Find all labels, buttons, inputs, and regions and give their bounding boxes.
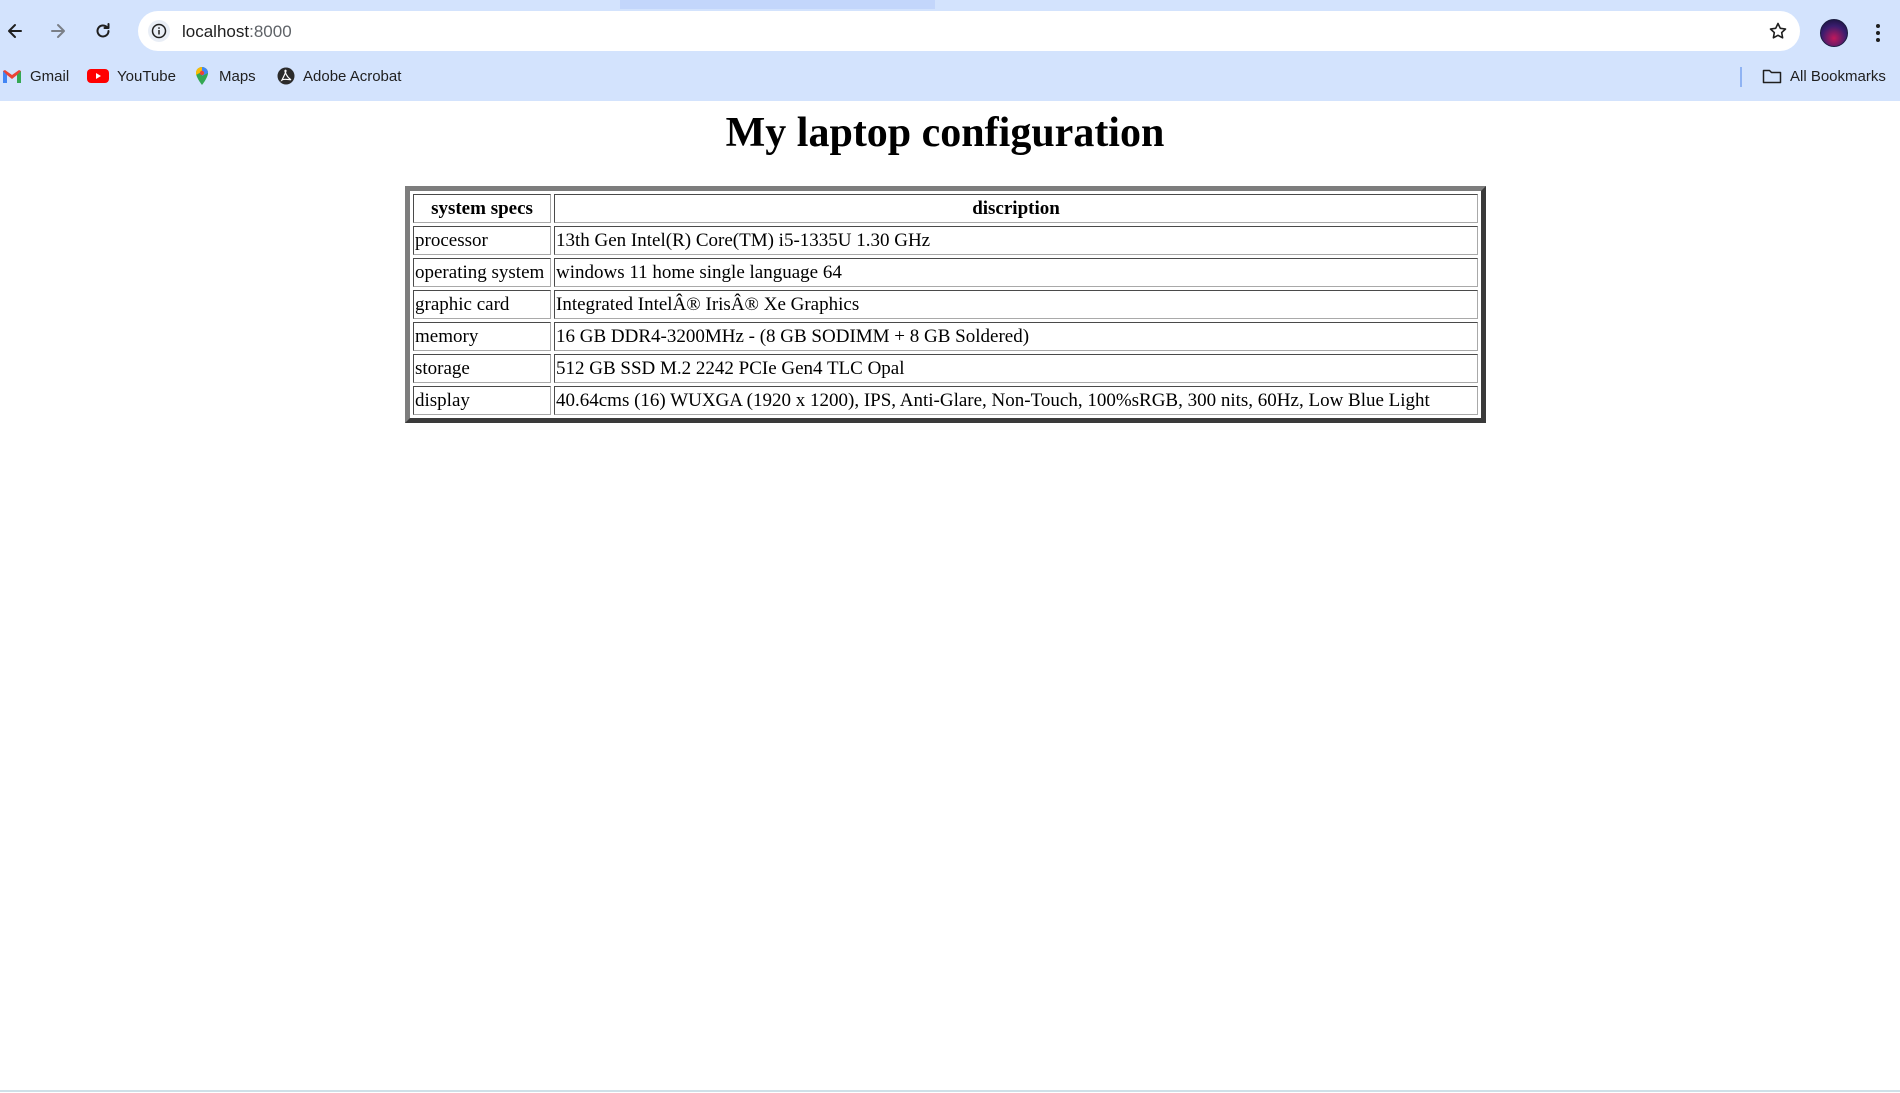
- bookmarks-divider: [1740, 67, 1742, 87]
- bookmark-label: Maps: [219, 67, 256, 85]
- url-host: localhost: [182, 22, 250, 41]
- reload-button[interactable]: [88, 16, 118, 46]
- table-row: graphic card Integrated IntelÂ® IrisÂ® X…: [413, 290, 1478, 319]
- site-info-button[interactable]: [148, 20, 170, 42]
- all-bookmarks-button[interactable]: All Bookmarks: [1762, 64, 1886, 88]
- bookmark-youtube[interactable]: YouTube: [87, 64, 176, 88]
- bookmarks-bar: Gmail YouTube Maps Adobe Acrobat All Boo…: [0, 60, 1900, 92]
- url-port: :8000: [249, 22, 292, 41]
- spec-description-cell: 40.64cms (16) WUXGA (1920 x 1200), IPS, …: [554, 386, 1478, 415]
- address-bar[interactable]: localhost:8000: [138, 11, 1800, 51]
- table-row: memory 16 GB DDR4-3200MHz - (8 GB SODIMM…: [413, 322, 1478, 351]
- browser-chrome: localhost:8000 Gmail YouTube Maps Adobe …: [0, 0, 1900, 101]
- spec-name-cell: storage: [413, 354, 551, 383]
- bookmark-maps[interactable]: Maps: [193, 64, 256, 88]
- table-row: storage 512 GB SSD M.2 2242 PCIe Gen4 TL…: [413, 354, 1478, 383]
- arrow-right-icon: [51, 24, 65, 38]
- spec-description-cell: Integrated IntelÂ® IrisÂ® Xe Graphics: [554, 290, 1478, 319]
- url-text[interactable]: localhost:8000: [182, 22, 292, 42]
- table-header-row: system specs discription: [413, 194, 1478, 223]
- back-button[interactable]: [0, 16, 30, 46]
- spec-name-cell: graphic card: [413, 290, 551, 319]
- arrow-left-icon: [8, 24, 22, 38]
- reload-icon: [96, 23, 110, 38]
- spec-description-cell: 512 GB SSD M.2 2242 PCIe Gen4 TLC Opal: [554, 354, 1478, 383]
- page-title: My laptop configuration: [725, 110, 1165, 156]
- spec-description-cell: 16 GB DDR4-3200MHz - (8 GB SODIMM + 8 GB…: [554, 322, 1478, 351]
- table-row: operating system windows 11 home single …: [413, 258, 1478, 287]
- bookmark-adobe-acrobat[interactable]: Adobe Acrobat: [277, 64, 401, 88]
- bookmark-gmail[interactable]: Gmail: [2, 64, 69, 88]
- youtube-icon: [87, 69, 109, 83]
- browser-menu-button[interactable]: [1868, 21, 1888, 45]
- bookmark-label: Gmail: [30, 67, 70, 85]
- bookmark-label: Adobe Acrobat: [303, 67, 402, 85]
- spec-name-cell: processor: [413, 226, 551, 255]
- column-header: discription: [554, 194, 1478, 223]
- table-row: display 40.64cms (16) WUXGA (1920 x 1200…: [413, 386, 1478, 415]
- folder-icon: [1762, 69, 1782, 84]
- specs-table: system specs discription processor 13th …: [405, 186, 1486, 423]
- bookmark-label: YouTube: [117, 67, 176, 85]
- spec-name-cell: memory: [413, 322, 551, 351]
- bottom-divider: [0, 1090, 1900, 1092]
- profile-avatar[interactable]: [1820, 19, 1848, 47]
- spec-description-cell: 13th Gen Intel(R) Core(TM) i5-1335U 1.30…: [554, 226, 1478, 255]
- maps-icon: [196, 67, 208, 85]
- acrobat-icon: [277, 67, 295, 85]
- column-header: system specs: [413, 194, 551, 223]
- more-vertical-icon: [1876, 24, 1880, 42]
- tab-strip: [0, 0, 1900, 9]
- spec-name-cell: display: [413, 386, 551, 415]
- info-icon: [151, 23, 167, 39]
- forward-button[interactable]: [43, 16, 73, 46]
- spec-name-cell: operating system: [413, 258, 551, 287]
- spec-description-cell: windows 11 home single language 64: [554, 258, 1478, 287]
- gmail-icon: [3, 70, 21, 83]
- tab-strip-highlight: [620, 0, 935, 9]
- table-row: processor 13th Gen Intel(R) Core(TM) i5-…: [413, 226, 1478, 255]
- bookmark-star-button[interactable]: [1766, 19, 1790, 43]
- star-icon: [1769, 22, 1787, 39]
- all-bookmarks-label: All Bookmarks: [1790, 67, 1886, 85]
- browser-toolbar: localhost:8000: [0, 9, 1900, 53]
